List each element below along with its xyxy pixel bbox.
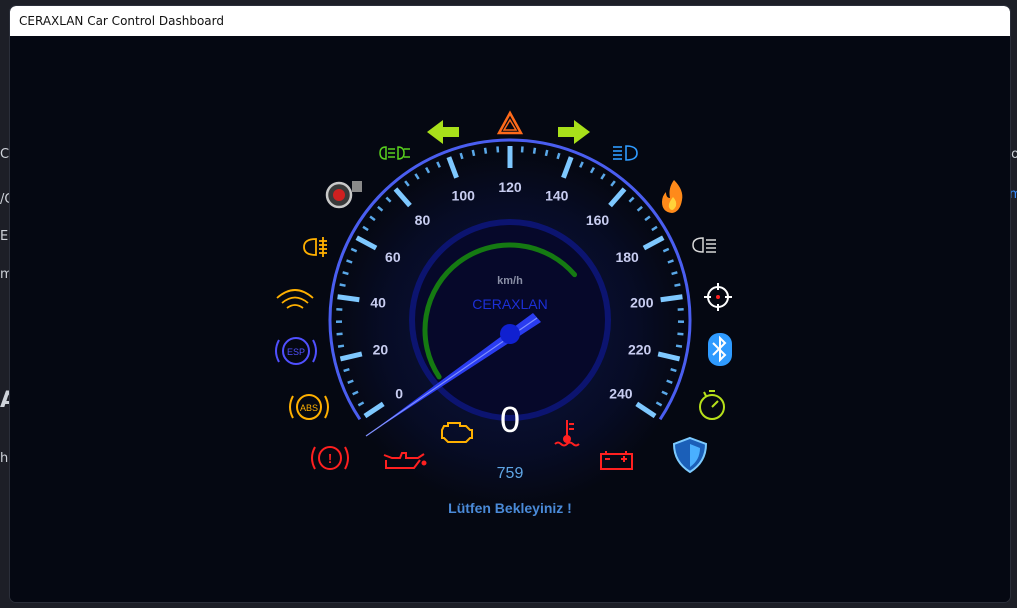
minor-tick: [339, 283, 346, 287]
brand-label: CERAXLAN: [472, 296, 547, 312]
background-app-fragment: m: [1009, 187, 1017, 202]
minor-tick: [589, 166, 595, 174]
scale-label: 220: [628, 342, 652, 358]
abs-icon: ABS: [289, 394, 329, 420]
inner-ring-bg: [409, 219, 611, 421]
major-tick: [660, 294, 683, 303]
minor-tick: [544, 149, 549, 157]
stopwatch-icon: [699, 390, 725, 420]
minor-tick: [425, 166, 431, 174]
minor-tick: [414, 173, 420, 180]
minor-tick: [436, 161, 441, 168]
wifi-icon: [276, 289, 314, 309]
minor-tick: [628, 196, 635, 203]
minor-tick: [483, 147, 488, 154]
svg-text:!: !: [328, 451, 332, 466]
minor-tick: [532, 147, 537, 154]
minor-tick: [459, 152, 464, 160]
minor-tick: [556, 152, 561, 160]
minor-tick: [579, 161, 584, 168]
major-tick: [337, 294, 360, 303]
scale-label: 180: [615, 249, 639, 265]
hazard-warning-icon: [496, 110, 524, 135]
svg-text:ESP: ESP: [287, 347, 305, 357]
minor-tick: [675, 344, 683, 348]
scale-label: 60: [385, 249, 401, 265]
minor-tick: [342, 271, 349, 276]
scale-label: 80: [415, 212, 431, 228]
scale-label: 100: [452, 187, 476, 203]
minor-tick: [674, 283, 681, 287]
fog-light-rear-icon: [692, 237, 716, 253]
minor-tick: [610, 180, 616, 187]
bluetooth-icon: [708, 333, 732, 366]
scale-label: 120: [498, 179, 522, 195]
scale-label: 160: [586, 212, 610, 228]
fire-icon: [662, 180, 683, 213]
speedometer-svg: 0 20 40 60 80 100 120 140 160 180 200 220 240 km/h C…: [275, 110, 732, 516]
minor-tick: [337, 344, 345, 348]
minor-tick: [600, 173, 606, 180]
background-app-fragment: C: [0, 147, 10, 162]
brake-warning-icon: !: [311, 446, 349, 470]
scale-label: 0: [395, 385, 403, 401]
scale-label: 140: [545, 187, 569, 203]
minor-tick: [670, 368, 677, 373]
unit-label: km/h: [497, 275, 523, 287]
dashboard-content: 0 20 40 60 80 100 120 140 160 180 200 220 240 km/h C…: [10, 36, 1010, 602]
shield-icon: [672, 436, 708, 474]
turbo-icon: [325, 181, 362, 209]
scale-label: 200: [630, 294, 654, 310]
right-turn-signal-icon: [558, 120, 590, 144]
scale-label: 240: [609, 385, 633, 401]
scale-label: 40: [370, 294, 386, 310]
speed-value: 0: [500, 399, 520, 440]
window-title: CERAXLAN Car Control Dashboard: [19, 14, 224, 28]
minor-tick: [404, 180, 410, 187]
target-icon: [704, 283, 732, 311]
background-app-fragment: h: [0, 451, 9, 466]
left-turn-signal-icon: [427, 120, 459, 144]
title-bar[interactable]: CERAXLAN Car Control Dashboard: [10, 6, 1010, 36]
rpm-value: 759: [497, 465, 524, 482]
app-window: CERAXLAN Car Control Dashboard 0 20 40 60 80…: [10, 6, 1010, 602]
minor-tick: [671, 271, 678, 276]
minor-tick: [343, 368, 350, 373]
scale-label: 20: [373, 342, 389, 358]
fog-light-front-icon: [303, 237, 327, 257]
svg-text:ABS: ABS: [300, 403, 318, 413]
esp-icon: ESP: [275, 337, 317, 365]
high-beam-icon: [379, 146, 410, 160]
minor-tick: [385, 196, 392, 203]
status-text: Lütfen Bekleyiniz !: [448, 500, 572, 516]
low-beam-icon: [613, 145, 638, 161]
needle-hub: [500, 324, 520, 344]
minor-tick: [471, 149, 476, 157]
